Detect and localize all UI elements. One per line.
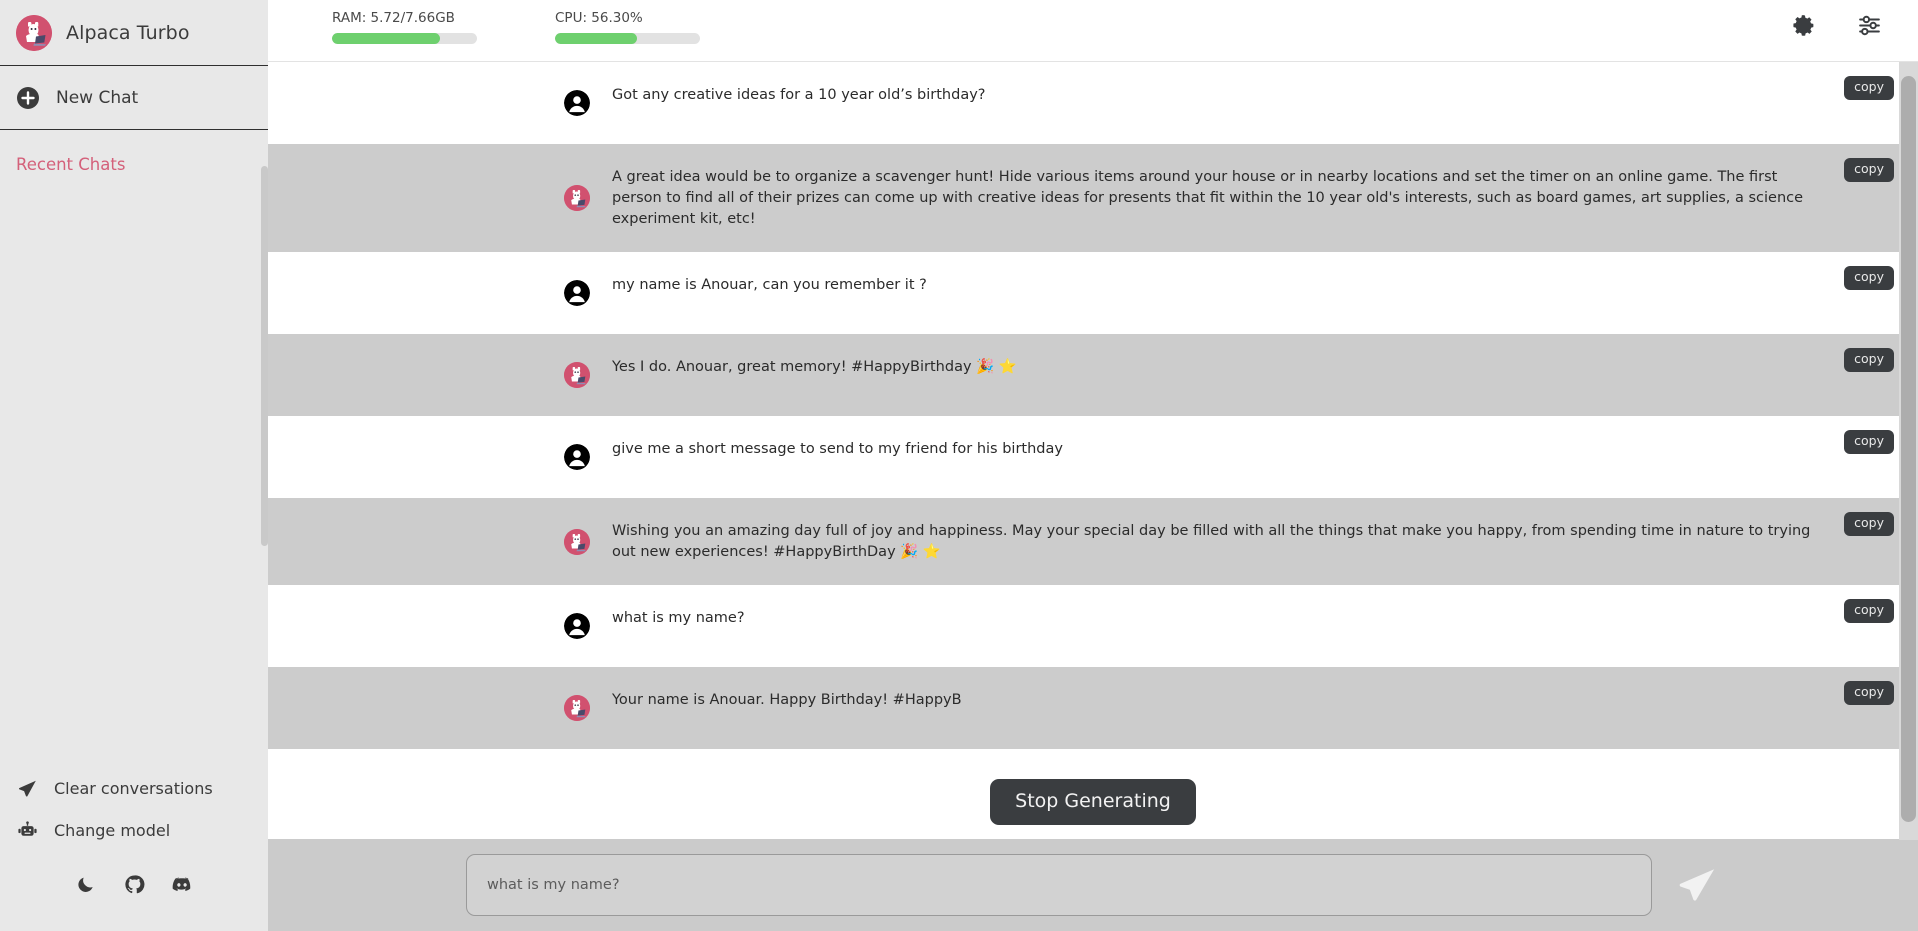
copy-button[interactable]: copy [1844,158,1894,182]
chat-scrollbar[interactable] [1899,62,1918,840]
copy-button[interactable]: copy [1844,76,1894,100]
message-text: Wishing you an amazing day full of joy a… [612,523,1811,561]
message-row-assistant: Your name is Anouar. Happy Birthday! #Ha… [268,667,1918,750]
topbar-icon-group [1790,12,1882,38]
message-row-user: my name is Anouar, can you remember it ?… [268,252,1918,335]
message-row-assistant: A great idea would be to organize a scav… [268,144,1918,253]
chat-scrollbar-thumb[interactable] [1901,76,1916,822]
moon-icon[interactable] [75,873,97,895]
message-text: what is my name? [612,610,745,627]
user-avatar-icon [564,90,590,116]
message-composer [268,839,1918,931]
cpu-progress-fill [555,33,637,44]
message-text: Yes I do. Anouar, great memory! #HappyBi… [612,359,1017,376]
user-avatar-icon [564,444,590,471]
cpu-progress-track [555,33,700,44]
copy-button[interactable]: copy [1844,266,1894,290]
gear-icon[interactable] [1790,12,1816,38]
new-chat-label: New Chat [56,87,139,108]
message-text: A great idea would be to organize a scav… [612,169,1804,228]
alpaca-avatar-icon [564,695,590,722]
github-icon[interactable] [123,873,145,895]
brand-title: Alpaca Turbo [66,21,190,44]
alpaca-avatar-icon [564,528,590,555]
sidebar-social-links [0,851,268,931]
message-text: Got any creative ideas for a 10 year old… [612,87,986,103]
message-row-assistant: Wishing you an amazing day full of joy a… [268,498,1918,586]
user-avatar-icon [564,280,590,307]
paper-plane-icon [16,777,38,799]
main-panel: RAM: 5.72/7.66GB CPU: 56.30% Got any cre… [268,0,1918,931]
message-row-user: give me a short message to send to my fr… [268,416,1918,499]
message-row-user: Got any creative ideas for a 10 year old… [268,62,1918,144]
copy-button[interactable]: copy [1844,599,1894,623]
message-text: my name is Anouar, can you remember it ? [612,277,927,294]
cpu-label: CPU: 56.30% [555,10,643,26]
change-model-label: Change model [54,820,171,840]
brand-header: Alpaca Turbo [0,0,268,66]
app-root: Alpaca Turbo New Chat Recent Chats Clear… [0,0,1918,931]
message-text: give me a short message to send to my fr… [612,441,1063,458]
sliders-icon[interactable] [1856,12,1882,38]
message-text: Your name is Anouar. Happy Birthday! #Ha… [612,692,962,709]
stop-generating-bar: Stop Generating [268,765,1918,839]
copy-button[interactable]: copy [1844,348,1894,372]
ram-metric: RAM: 5.72/7.66GB [332,0,477,44]
copy-button[interactable]: copy [1844,681,1894,705]
alpaca-avatar-icon [564,362,590,389]
sidebar: Alpaca Turbo New Chat Recent Chats Clear… [0,0,268,931]
robot-icon [16,819,38,841]
copy-button[interactable]: copy [1844,512,1894,536]
recent-chats-heading: Recent Chats [16,155,126,174]
new-chat-button[interactable]: New Chat [0,66,268,130]
message-row-assistant: Yes I do. Anouar, great memory! #HappyBi… [268,334,1918,417]
sidebar-chat-list [0,174,268,767]
clear-conversations-button[interactable]: Clear conversations [0,767,268,809]
alpaca-avatar-icon [564,185,590,212]
stop-generating-button[interactable]: Stop Generating [990,779,1196,825]
send-button[interactable] [1674,862,1720,908]
copy-button[interactable]: copy [1844,430,1894,454]
ram-label: RAM: 5.72/7.66GB [332,10,455,26]
change-model-button[interactable]: Change model [0,809,268,851]
message-row-user: what is my name? copy [268,585,1918,668]
alpaca-logo-icon [16,14,52,51]
cpu-metric: CPU: 56.30% [555,0,700,44]
plus-circle-icon [16,86,40,110]
ram-progress-track [332,33,477,44]
ram-progress-fill [332,33,441,44]
status-topbar: RAM: 5.72/7.66GB CPU: 56.30% [268,0,1918,62]
clear-conversations-label: Clear conversations [54,778,213,798]
chat-message-list[interactable]: Got any creative ideas for a 10 year old… [268,62,1918,765]
user-avatar-icon [564,613,590,640]
message-input[interactable] [466,854,1652,916]
sidebar-scrollbar[interactable] [261,166,268,546]
discord-icon[interactable] [171,873,193,895]
